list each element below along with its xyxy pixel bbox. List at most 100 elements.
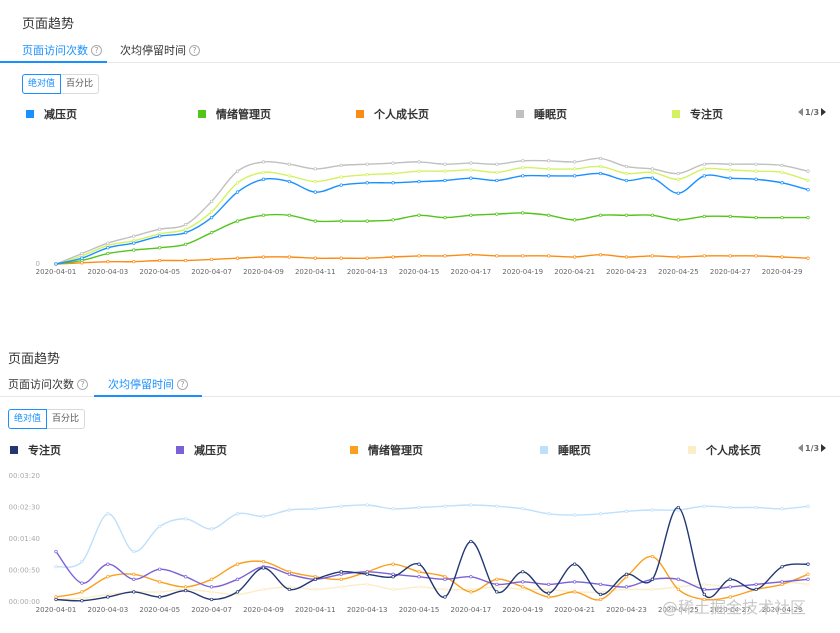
legend-item[interactable]: 专注页 xyxy=(672,106,723,122)
legend-item[interactable]: 睡眠页 xyxy=(540,442,591,458)
data-point xyxy=(728,176,732,180)
data-point xyxy=(313,587,317,592)
data-point xyxy=(728,168,732,172)
data-point xyxy=(780,170,784,175)
data-point xyxy=(521,507,525,511)
data-point xyxy=(54,262,58,266)
x-tick-label: 2020-04-07 xyxy=(191,606,232,614)
legend-item[interactable]: 减压页 xyxy=(176,442,227,458)
question-circle-icon[interactable]: ? xyxy=(91,45,102,56)
data-point xyxy=(650,170,655,175)
data-point xyxy=(184,227,188,231)
data-point xyxy=(676,587,680,592)
data-point xyxy=(261,160,266,164)
data-point xyxy=(702,167,706,171)
legend-item[interactable]: 专注页 xyxy=(10,442,61,458)
data-point xyxy=(339,577,343,581)
data-point xyxy=(806,572,810,576)
data-point xyxy=(624,213,629,217)
tab-page-visits[interactable]: 页面访问次数? xyxy=(8,376,88,392)
data-point xyxy=(209,215,214,220)
x-tick-label: 2020-04-21 xyxy=(554,606,595,614)
series-line xyxy=(55,504,809,568)
legend-item[interactable]: 减压页 xyxy=(26,106,77,122)
toggle-absolute[interactable]: 绝对值 xyxy=(8,409,48,429)
data-point xyxy=(547,167,551,171)
x-tick-label: 2020-04-05 xyxy=(139,268,180,276)
x-tick-label: 2020-04-17 xyxy=(451,606,492,614)
data-point xyxy=(806,178,810,183)
chevron-left-icon[interactable] xyxy=(798,444,803,452)
data-point xyxy=(184,258,188,263)
tab-divider xyxy=(0,62,840,63)
tab-avg-duration[interactable]: 次均停留时间? xyxy=(108,376,188,392)
data-point xyxy=(417,254,421,258)
legend-item[interactable]: 情绪管理页 xyxy=(350,442,423,458)
toggle-percent[interactable]: 百分比 xyxy=(47,409,86,429)
data-point xyxy=(495,582,499,587)
data-point xyxy=(365,582,369,587)
data-point xyxy=(80,590,84,594)
data-point xyxy=(417,179,421,184)
legend-item[interactable]: 睡眠页 xyxy=(516,106,567,122)
data-point xyxy=(209,257,214,262)
data-point xyxy=(235,512,240,516)
toggle-absolute[interactable]: 绝对值 xyxy=(22,74,62,94)
data-point xyxy=(287,162,292,166)
question-circle-icon[interactable]: ? xyxy=(189,45,200,56)
data-point xyxy=(572,160,577,164)
data-point xyxy=(106,595,110,599)
data-point xyxy=(184,242,188,246)
toggle-percent[interactable]: 百分比 xyxy=(61,74,100,94)
data-point xyxy=(754,582,758,587)
data-point xyxy=(521,570,525,574)
data-point xyxy=(495,577,499,581)
data-point xyxy=(209,585,214,589)
data-point xyxy=(806,577,810,581)
legend-swatch xyxy=(198,110,206,118)
data-point xyxy=(287,508,292,512)
legend-label: 专注页 xyxy=(28,444,61,457)
data-point xyxy=(391,161,395,165)
tab-label: 次均停留时间 xyxy=(120,44,186,57)
data-point xyxy=(443,587,447,592)
legend-swatch xyxy=(540,446,548,454)
data-point xyxy=(521,585,525,589)
data-point xyxy=(158,258,162,263)
active-tab-indicator xyxy=(94,395,202,397)
data-point xyxy=(598,597,603,602)
tab-avg-duration[interactable]: 次均停留时间? xyxy=(120,42,200,58)
legend-item[interactable]: 个人成长页 xyxy=(356,106,429,122)
data-point xyxy=(676,255,680,259)
data-point xyxy=(469,590,473,594)
data-point xyxy=(106,562,110,566)
y-tick-label: 00:00:50 xyxy=(9,567,40,575)
chevron-right-icon[interactable] xyxy=(821,108,827,116)
data-point xyxy=(365,219,369,223)
data-point xyxy=(261,566,266,570)
tab-page-visits[interactable]: 页面访问次数? xyxy=(22,42,102,58)
chevron-right-icon[interactable] xyxy=(821,444,827,452)
data-point xyxy=(209,590,214,594)
data-point xyxy=(391,575,395,579)
data-point xyxy=(391,218,395,222)
data-point xyxy=(624,509,629,513)
data-point xyxy=(728,162,732,166)
watermark: @稀土掘金技术社区 xyxy=(662,598,807,617)
data-point xyxy=(650,577,655,581)
legend-page-indicator: 1/3 xyxy=(805,444,820,453)
legend-item[interactable]: 个人成长页 xyxy=(688,442,761,458)
data-point xyxy=(495,212,499,216)
data-point xyxy=(209,577,214,581)
chevron-left-icon[interactable] xyxy=(798,108,803,116)
data-point xyxy=(469,213,473,217)
question-circle-icon[interactable]: ? xyxy=(177,379,188,390)
question-circle-icon[interactable]: ? xyxy=(77,379,88,390)
data-point xyxy=(313,190,317,194)
data-point xyxy=(780,163,784,168)
data-point xyxy=(598,253,603,257)
data-point xyxy=(521,174,525,178)
data-point xyxy=(209,597,214,602)
data-point xyxy=(209,199,214,204)
legend-item[interactable]: 情绪管理页 xyxy=(198,106,271,122)
